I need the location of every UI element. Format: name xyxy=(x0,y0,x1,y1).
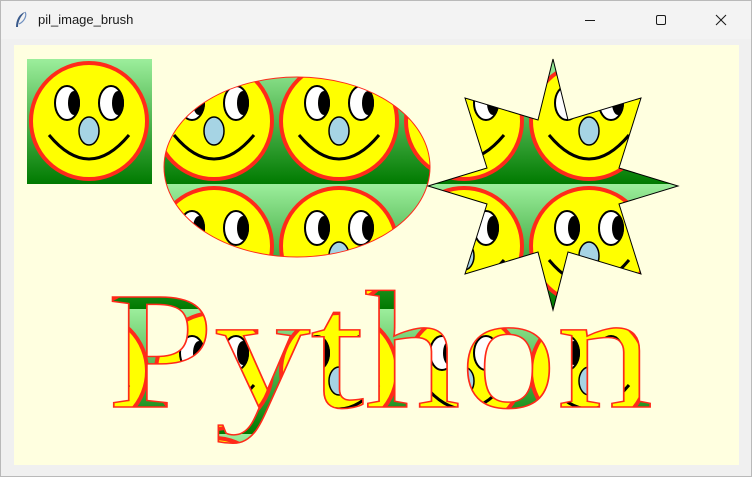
close-button[interactable] xyxy=(698,1,744,39)
brush-rectangle xyxy=(27,59,152,184)
close-icon xyxy=(715,14,727,26)
minimize-icon xyxy=(585,20,595,21)
brush-ellipse xyxy=(163,76,431,258)
maximize-button[interactable] xyxy=(638,1,684,39)
app-window: pil_image_brush Python xyxy=(0,0,752,477)
drawing-canvas[interactable]: Python xyxy=(14,45,739,465)
brush-text: Python xyxy=(107,258,653,444)
minimize-button[interactable] xyxy=(567,1,613,39)
window-title: pil_image_brush xyxy=(38,12,134,27)
maximize-icon xyxy=(656,15,666,25)
feather-icon xyxy=(13,11,29,29)
title-bar[interactable]: pil_image_brush xyxy=(1,1,751,39)
